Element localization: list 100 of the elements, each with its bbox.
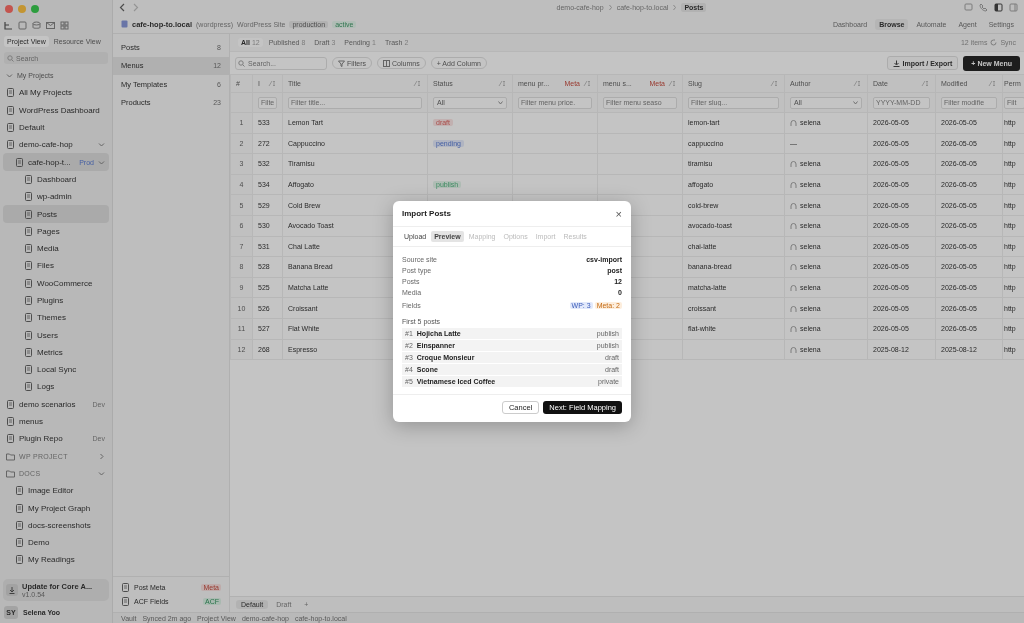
page-icon: [6, 399, 15, 409]
tree-item[interactable]: Posts: [3, 205, 109, 223]
page-icon: [6, 434, 15, 444]
user-icon: [790, 181, 797, 189]
tree-item[interactable]: Plugins: [3, 291, 109, 310]
tree-item[interactable]: WooCommerce: [3, 274, 109, 292]
sort-icon: [853, 80, 862, 87]
page-icon: [15, 555, 24, 565]
user-icon: [790, 325, 797, 333]
sidebar-toggle-icon[interactable]: [994, 3, 1003, 12]
forward-icon[interactable]: [132, 3, 139, 12]
tree-item[interactable]: My Readings: [3, 551, 109, 569]
phone-icon[interactable]: [979, 3, 988, 12]
close-button[interactable]: ×: [615, 207, 622, 220]
page-icon: [15, 520, 24, 530]
zoom-button[interactable]: [31, 5, 39, 13]
download-icon: [6, 584, 18, 596]
tree-item[interactable]: Themes: [3, 309, 109, 327]
page-icon: [24, 261, 33, 271]
page-icon: [15, 157, 24, 167]
page-icon: [24, 244, 33, 254]
user-icon: [790, 119, 797, 127]
tree-item[interactable]: Image Editor: [3, 482, 109, 500]
page-icon: [24, 209, 33, 219]
tree-item[interactable]: Logs: [3, 378, 109, 396]
chevron-right-icon: [98, 452, 105, 460]
user-icon: [790, 263, 797, 271]
tree-item[interactable]: Demo: [3, 534, 109, 552]
page-icon: [15, 503, 24, 513]
chevron-down-icon: [98, 141, 105, 149]
tree-item[interactable]: WordPress Dashboard: [3, 101, 109, 119]
sort-icon: [583, 80, 592, 87]
user-icon: [790, 160, 797, 168]
page-icon: [24, 382, 33, 392]
tree-item[interactable]: Users: [3, 326, 109, 344]
sort-icon: [770, 80, 779, 87]
tree-item[interactable]: wp-admin: [3, 188, 109, 206]
tree-item[interactable]: My Project Graph: [3, 499, 109, 517]
caret-icon: [853, 100, 858, 105]
download-icon: [892, 59, 900, 67]
page-icon: [6, 123, 15, 133]
separator-icon: [672, 4, 678, 11]
search-icon: [238, 59, 245, 67]
tree-item[interactable]: Dashboard: [3, 170, 109, 189]
close-button[interactable]: [5, 5, 13, 13]
back-icon[interactable]: [119, 3, 126, 12]
folder-tree-icon[interactable]: [4, 20, 13, 30]
sort-icon: [921, 80, 930, 87]
chat-icon[interactable]: [964, 3, 973, 12]
sort-icon: [498, 80, 507, 87]
tree-item[interactable]: Metrics: [3, 343, 109, 362]
page-icon: [24, 313, 33, 323]
panel-icon[interactable]: [1009, 3, 1018, 12]
mail-icon[interactable]: [46, 20, 55, 30]
wordpress-site-icon: [121, 20, 128, 28]
page-icon: [24, 174, 33, 184]
page-icon: [121, 582, 130, 592]
page-icon: [24, 330, 33, 340]
tree-item[interactable]: docs-screenshots: [3, 516, 109, 534]
page-icon: [24, 296, 33, 305]
tree-item[interactable]: demo-cafe-hop: [3, 136, 109, 154]
tree-item[interactable]: Local Sync: [3, 361, 109, 379]
sort-icon: [668, 80, 677, 87]
caret-icon: [498, 100, 503, 105]
search-icon: [7, 54, 14, 62]
tree-item[interactable]: menus: [3, 412, 109, 431]
separator-icon: [607, 4, 613, 11]
page-icon: [15, 538, 24, 548]
page-icon: [24, 278, 33, 288]
minimize-button[interactable]: [18, 5, 26, 13]
user-icon: [790, 201, 797, 209]
page-icon: [24, 347, 33, 357]
window-icon[interactable]: [18, 20, 27, 30]
tree-item[interactable]: Default: [3, 118, 109, 137]
database-icon[interactable]: [32, 20, 41, 30]
page-icon: [6, 88, 15, 98]
user-icon: [790, 345, 797, 353]
tree-item[interactable]: Pages: [3, 222, 109, 240]
sync-icon: [990, 39, 998, 46]
tree-item[interactable]: Files: [3, 257, 109, 275]
user-icon: [790, 304, 797, 312]
sort-icon: [413, 80, 422, 87]
page-icon: [6, 140, 15, 150]
page-icon: [24, 192, 33, 202]
filter-icon: [338, 59, 345, 67]
grid-icon[interactable]: [60, 20, 69, 30]
tree-item[interactable]: Media: [3, 239, 109, 258]
page-icon: [24, 365, 33, 375]
page-icon: [6, 417, 15, 427]
columns-icon: [383, 59, 391, 67]
chevron-down-icon: [6, 72, 13, 80]
page-icon: [15, 486, 24, 496]
sort-icon: [268, 80, 277, 87]
chevron-down-icon: [98, 158, 105, 166]
page-icon: [121, 596, 130, 606]
user-icon: [790, 284, 797, 292]
tree-item[interactable]: All My Projects: [3, 84, 109, 102]
chevron-down-icon: [98, 469, 105, 477]
page-icon: [24, 226, 33, 236]
sort-icon: [988, 80, 997, 87]
